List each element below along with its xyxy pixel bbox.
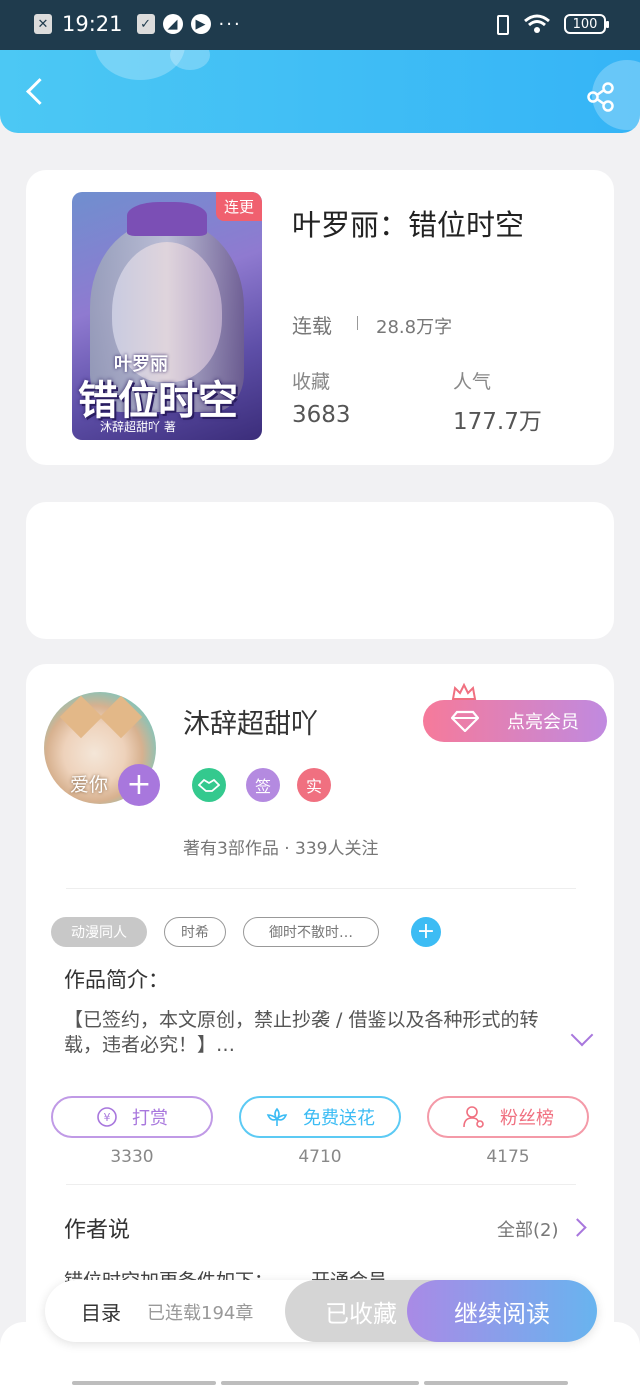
- home-indicator: [424, 1381, 568, 1385]
- book-title: 叶罗丽：错位时空: [292, 208, 525, 242]
- word-count: 28.8万字: [376, 317, 453, 338]
- reward-button[interactable]: ¥ 打赏: [51, 1096, 213, 1138]
- fans-count: 4175: [486, 1147, 530, 1167]
- yen-icon: ¥: [97, 1107, 117, 1127]
- compass-icon: ◢: [162, 14, 183, 34]
- stat-value-popularity: 177.7万: [453, 409, 542, 435]
- wifi-icon: [524, 14, 550, 34]
- book-info-card: 叶罗丽 错位时空 沐辞超甜吖 著 连更 叶罗丽：错位时空 连载 28.8万字 收…: [26, 170, 614, 465]
- update-badge: 连更: [215, 192, 262, 221]
- top-header: [0, 50, 640, 133]
- divider: [66, 1184, 576, 1185]
- banner-card: [26, 502, 614, 639]
- diamond-icon: [451, 710, 479, 732]
- status-time: 19:21: [62, 12, 123, 36]
- intro-label: 作品简介：: [64, 968, 169, 992]
- vibrate-icon: [492, 13, 510, 35]
- more-notifications-icon: ···: [218, 13, 242, 35]
- book-status: 连载: [292, 314, 332, 338]
- stat-label-favorites: 收藏: [292, 371, 331, 393]
- chevron-down-icon[interactable]: [570, 1023, 594, 1047]
- catalog-button[interactable]: 目录: [81, 1297, 121, 1326]
- fans-rank-button[interactable]: 粉丝榜: [427, 1096, 589, 1138]
- bottom-action-bar: 目录 已连载194章 已收藏 继续阅读: [45, 1280, 597, 1342]
- add-tag-button[interactable]: +: [411, 917, 441, 947]
- verified-badge[interactable]: 实: [297, 768, 331, 802]
- send-flower-button[interactable]: 免费送花: [239, 1096, 401, 1138]
- cover-art-crown: [127, 202, 207, 236]
- stat-label-popularity: 人气: [453, 371, 492, 393]
- home-indicator: [72, 1381, 216, 1385]
- intro-text[interactable]: 【已签约，本文原创，禁止抄袭 / 借鉴以及各种形式的转载，违者必究！】…: [64, 1008, 554, 1058]
- avatar-text: 爱你: [70, 774, 109, 796]
- reward-count: 3330: [110, 1147, 154, 1167]
- battery-icon: 100: [564, 14, 609, 34]
- svg-text:¥: ¥: [104, 1111, 111, 1124]
- author-card: 爱你 + 沐辞超甜吖 点亮会员 签 实 著有3部作品 · 339人关注 动漫同人…: [26, 664, 614, 1344]
- author-meta: 著有3部作品 · 339人关注: [183, 839, 379, 859]
- clipboard-check-icon: ✓: [136, 14, 155, 34]
- status-bar: ✕ 19:21 ✓ ◢ ▶ ··· 100: [0, 0, 640, 50]
- flower-count: 4710: [298, 1147, 342, 1167]
- share-icon[interactable]: [584, 80, 618, 114]
- chevron-right-icon[interactable]: [568, 1218, 587, 1237]
- tag-chip[interactable]: 动漫同人: [51, 917, 147, 947]
- author-says-title: 作者说: [64, 1218, 131, 1243]
- tag-chip[interactable]: 御时不散时…: [243, 917, 379, 947]
- decor-bubble: [170, 50, 210, 70]
- sim-off-icon: ✕: [34, 14, 52, 34]
- crown-icon: [451, 682, 477, 700]
- continue-reading-button[interactable]: 继续阅读: [407, 1280, 597, 1342]
- follow-button[interactable]: +: [118, 764, 160, 806]
- book-cover[interactable]: 叶罗丽 错位时空 沐辞超甜吖 著 连更: [72, 192, 262, 440]
- chapter-count: 已连载194章: [147, 1303, 254, 1324]
- reward-label: 打赏: [132, 1108, 168, 1129]
- play-icon: ▶: [190, 14, 211, 34]
- view-all-link[interactable]: 全部(2): [497, 1216, 559, 1242]
- home-indicator: [221, 1381, 419, 1385]
- send-flower-label: 免费送花: [303, 1108, 375, 1129]
- fans-rank-label: 粉丝榜: [500, 1108, 554, 1129]
- divider: [357, 316, 358, 330]
- fans-icon: [463, 1106, 484, 1128]
- vip-label: 点亮会员: [507, 712, 579, 733]
- handshake-icon[interactable]: [192, 768, 226, 802]
- signed-badge[interactable]: 签: [246, 768, 280, 802]
- cover-author: 沐辞超甜吖 著: [100, 420, 176, 434]
- back-button[interactable]: [20, 75, 54, 109]
- author-name[interactable]: 沐辞超甜吖: [183, 702, 318, 741]
- stat-value-favorites: 3683: [292, 402, 351, 428]
- divider: [66, 888, 576, 889]
- flower-icon: [266, 1107, 288, 1126]
- tag-chip[interactable]: 时希: [164, 917, 226, 947]
